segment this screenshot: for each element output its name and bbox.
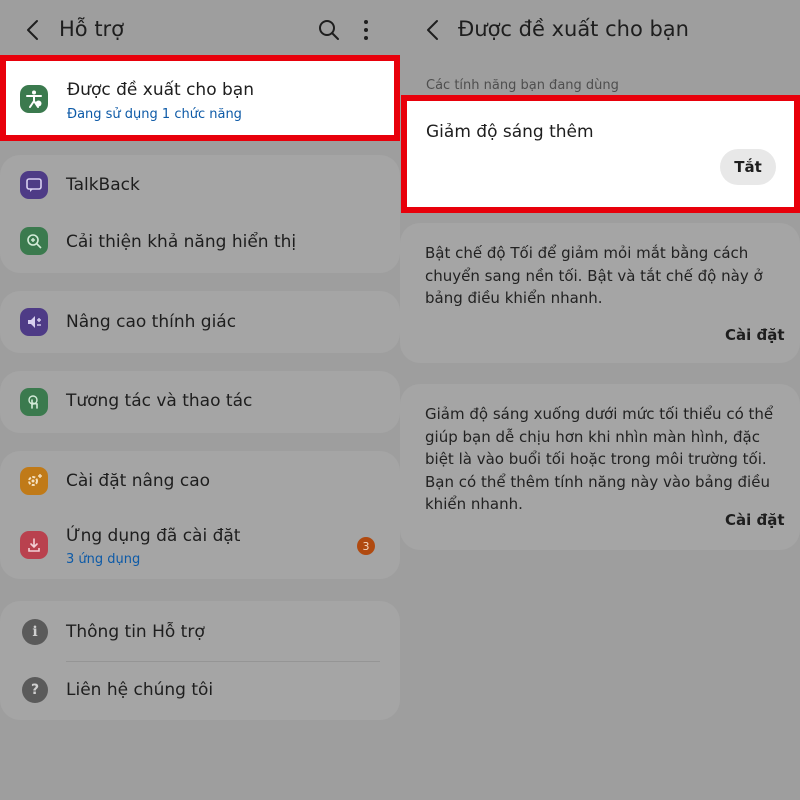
list-item-talkback[interactable]: TalkBack (0, 155, 400, 214)
gear-plus-icon (20, 467, 48, 495)
recommended-title: Được đề xuất cho bạn (67, 80, 254, 100)
list-item-advanced-settings[interactable]: Cài đặt nâng cao (0, 451, 400, 511)
page-title: Hỗ trợ (59, 17, 125, 41)
hearing-card: Nâng cao thính giác (0, 291, 400, 353)
talkback-icon (20, 171, 48, 199)
recommended-subtitle: Đang sử dụng 1 chức năng (67, 107, 242, 122)
list-item-contact-us[interactable]: ? Liên hệ chúng tôi (0, 661, 400, 720)
turn-off-button[interactable]: Tắt (720, 149, 776, 185)
accessibility-icon (20, 85, 48, 113)
list-item-label: Nâng cao thính giác (66, 312, 237, 332)
left-panel: Hỗ trợ Được đề xuất cho bạn Đang sử dụng… (0, 0, 400, 800)
search-icon[interactable] (318, 19, 340, 41)
advanced-card: Cài đặt nâng cao Ứng dụng đã cài đặt 3 ứ… (0, 451, 400, 579)
feature-title: Giảm độ sáng thêm (426, 122, 594, 142)
list-item-support-info[interactable]: i Thông tin Hỗ trợ (0, 601, 400, 661)
list-item-installed-apps[interactable]: Ứng dụng đã cài đặt 3 ứng dụng 3 (0, 511, 400, 579)
interaction-card: Tương tác và thao tác (0, 371, 400, 433)
help-icon: ? (22, 677, 48, 703)
info-icon: i (22, 619, 48, 645)
section-label: Các tính năng bạn đang dùng (426, 78, 619, 93)
dark-mode-card: Bật chế độ Tối để giảm mỏi mắt bằng cách… (400, 223, 800, 363)
list-item-visibility[interactable]: Cải thiện khả năng hiển thị (0, 214, 400, 273)
touch-icon (20, 388, 48, 416)
page-title: Được đề xuất cho bạn (458, 17, 689, 41)
list-item-interaction[interactable]: Tương tác và thao tác (0, 371, 400, 433)
list-item-hearing[interactable]: Nâng cao thính giác (0, 291, 400, 353)
notification-badge: 3 (357, 537, 375, 555)
list-item-label: Thông tin Hỗ trợ (66, 622, 205, 642)
list-item-label: TalkBack (66, 175, 140, 195)
list-item-label: Liên hệ chúng tôi (66, 680, 214, 700)
list-item-label: Cải thiện khả năng hiển thị (66, 232, 297, 252)
list-item-label: Ứng dụng đã cài đặt (66, 526, 241, 546)
settings-link[interactable]: Cài đặt (725, 326, 785, 344)
active-feature-card[interactable]: Giảm độ sáng thêm Tắt (401, 95, 800, 213)
card-description: Giảm độ sáng xuống dưới mức tối thiểu có… (425, 405, 774, 513)
recommended-item[interactable]: Được đề xuất cho bạn Đang sử dụng 1 chức… (0, 55, 400, 141)
right-panel: Được đề xuất cho bạn Các tính năng bạn đ… (400, 0, 800, 800)
volume-icon (20, 308, 48, 336)
vision-card: TalkBack Cải thiện khả năng hiển thị (0, 155, 400, 273)
settings-link[interactable]: Cài đặt (725, 511, 785, 529)
magnifier-plus-icon (20, 227, 48, 255)
card-description: Bật chế độ Tối để giảm mỏi mắt bằng cách… (425, 244, 763, 307)
back-arrow-icon[interactable] (24, 18, 42, 42)
download-icon (20, 531, 48, 559)
list-item-label: Tương tác và thao tác (66, 391, 253, 411)
list-item-label: Cài đặt nâng cao (66, 471, 211, 491)
more-options-icon[interactable] (360, 19, 372, 41)
support-card: i Thông tin Hỗ trợ ? Liên hệ chúng tôi (0, 601, 400, 720)
extra-dim-card: Giảm độ sáng xuống dưới mức tối thiểu có… (400, 384, 800, 550)
list-item-subtitle: 3 ứng dụng (66, 552, 141, 567)
back-arrow-icon[interactable] (424, 18, 442, 42)
